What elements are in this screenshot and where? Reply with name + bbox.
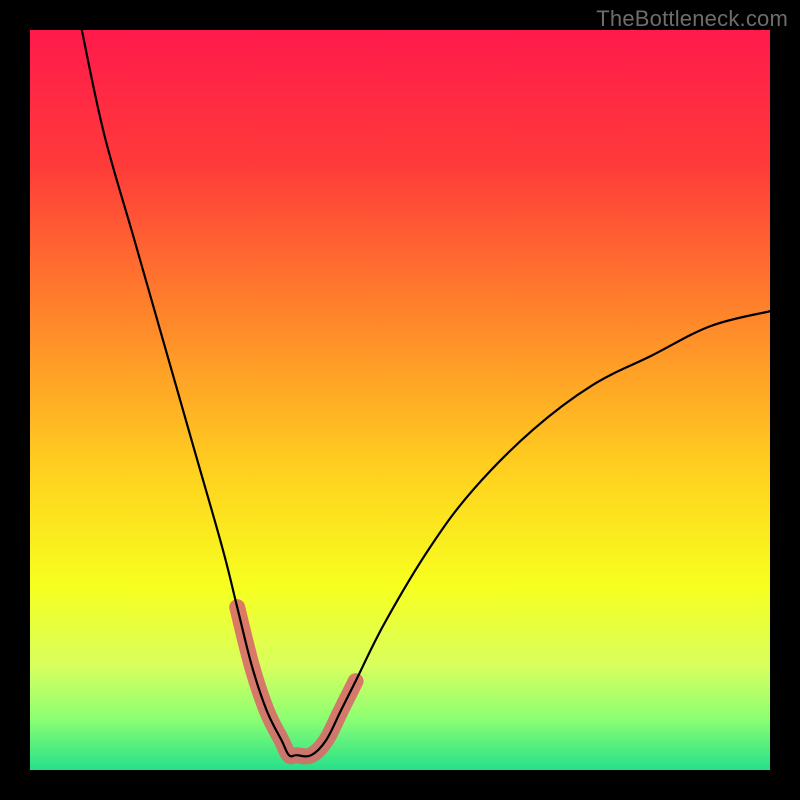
- chart-frame: TheBottleneck.com: [0, 0, 800, 800]
- plot-area: [30, 30, 770, 770]
- watermark-text: TheBottleneck.com: [596, 6, 788, 32]
- gradient-background: [30, 30, 770, 770]
- chart-svg: [30, 30, 770, 770]
